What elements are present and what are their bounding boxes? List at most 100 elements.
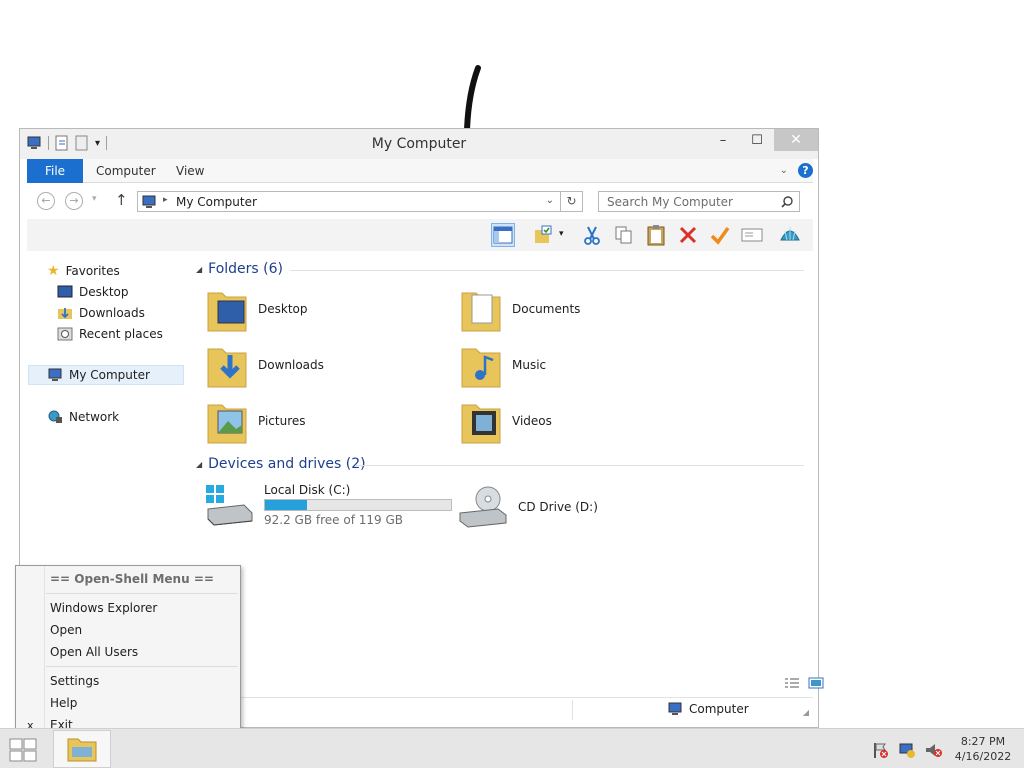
sidebar-item-label: Recent places	[79, 327, 163, 341]
computer-icon	[668, 702, 682, 715]
view-switcher	[784, 677, 824, 689]
paste-icon[interactable]	[644, 223, 668, 247]
cd-drive-icon	[459, 486, 507, 528]
start-button-windows-icon[interactable]	[8, 737, 38, 763]
minimize-button[interactable]: –	[706, 129, 740, 151]
system-tray	[872, 741, 942, 759]
open-shell-context-menu: == Open-Shell Menu == Windows Explorer O…	[15, 565, 241, 739]
folder-options-dropdown-icon[interactable]: ▾	[559, 229, 564, 239]
ribbon-tabs: File Computer View ⌄ ?	[27, 159, 813, 183]
taskbar-file-explorer[interactable]	[53, 730, 111, 768]
folder-label: Music	[512, 358, 547, 372]
resize-grip-icon[interactable]: ◢	[803, 708, 809, 717]
sidebar-item-downloads[interactable]: Downloads	[57, 303, 145, 323]
network-icon	[48, 410, 62, 423]
star-icon: ★	[47, 263, 60, 279]
folder-label: Videos	[512, 414, 552, 428]
back-button[interactable]: ←	[37, 192, 55, 210]
folder-downloads[interactable]: Downloads	[206, 341, 324, 389]
folder-desktop[interactable]: Desktop	[206, 285, 308, 333]
properties-check-icon[interactable]	[708, 223, 732, 247]
drive-label: CD Drive (D:)	[518, 500, 598, 514]
details-view-icon[interactable]	[784, 677, 800, 689]
tab-computer[interactable]: Computer	[96, 159, 156, 183]
documents-folder-icon	[461, 292, 501, 332]
folder-label: Desktop	[258, 302, 308, 316]
action-center-warning-icon[interactable]	[872, 741, 890, 759]
collapse-icon[interactable]: ◢	[196, 460, 202, 469]
status-location: Computer	[667, 702, 749, 716]
collapse-icon[interactable]: ◢	[196, 265, 202, 274]
recent-places-icon	[57, 327, 73, 341]
drive-local-disk-c[interactable]: Local Disk (C:) 92.2 GB free of 119 GB	[204, 483, 452, 527]
sidebar-item-favorites[interactable]: ★ Favorites	[47, 261, 120, 281]
folders-group-header[interactable]: ◢ Folders (6)	[196, 261, 283, 277]
drive-usage-bar	[264, 499, 452, 511]
system-clock[interactable]: 8:27 PM 4/16/2022	[948, 734, 1018, 764]
search-placeholder: Search My Computer	[607, 195, 733, 209]
hard-drive-icon	[206, 485, 253, 526]
title-bar[interactable]: ▾ My Computer – ☐ ✕	[20, 129, 818, 159]
drive-cd-d[interactable]: CD Drive (D:)	[458, 485, 598, 529]
status-location-label: Computer	[689, 702, 749, 716]
menu-item-settings[interactable]: Settings	[50, 674, 99, 688]
expand-ribbon-icon[interactable]: ⌄	[780, 165, 788, 176]
folder-label: Downloads	[258, 358, 324, 372]
drive-label: Local Disk (C:)	[264, 483, 351, 497]
drives-group-header[interactable]: ◢ Devices and drives (2)	[196, 456, 366, 472]
sidebar-item-label: Desktop	[79, 285, 129, 299]
navigation-pane-icon[interactable]	[491, 223, 515, 247]
copy-icon[interactable]	[612, 223, 636, 247]
folder-pictures[interactable]: Pictures	[206, 397, 306, 445]
address-bar[interactable]: ▸ My Computer ⌄	[137, 191, 561, 212]
file-explorer-icon	[67, 738, 97, 762]
taskbar: 8:27 PM 4/16/2022	[0, 728, 1024, 768]
folder-music[interactable]: Music	[460, 341, 546, 389]
sidebar-item-recent-places[interactable]: Recent places	[57, 324, 163, 344]
window-title: My Computer	[371, 136, 467, 152]
file-list: ◢ Folders (6) Desktop Documents Download…	[190, 251, 824, 697]
search-icon[interactable]	[781, 196, 793, 208]
shell-icon[interactable]	[778, 223, 802, 247]
drive-free-space: 92.2 GB free of 119 GB	[264, 513, 403, 527]
refresh-button[interactable]: ↻	[561, 191, 583, 212]
menu-header: == Open-Shell Menu ==	[50, 572, 214, 586]
menu-item-help[interactable]: Help	[50, 696, 77, 710]
close-button[interactable]: ✕	[774, 129, 818, 151]
search-input[interactable]: Search My Computer	[598, 191, 800, 212]
email-icon[interactable]	[740, 223, 764, 247]
sidebar-item-label: My Computer	[69, 368, 150, 382]
breadcrumb-arrow-icon[interactable]: ▸	[163, 195, 168, 205]
address-dropdown-icon[interactable]: ⌄	[546, 195, 554, 206]
folder-documents[interactable]: Documents	[460, 285, 580, 333]
tab-file[interactable]: File	[27, 159, 83, 183]
classic-explorer-toolbar: ▾	[27, 219, 813, 251]
large-icons-view-icon[interactable]	[808, 677, 824, 689]
help-icon[interactable]: ?	[798, 163, 813, 178]
folder-label: Pictures	[258, 414, 306, 428]
volume-muted-icon[interactable]	[924, 741, 942, 759]
tab-view[interactable]: View	[176, 159, 204, 183]
forward-button[interactable]: →	[65, 192, 83, 210]
address-text: My Computer	[176, 195, 257, 209]
folder-label: Documents	[512, 302, 581, 316]
menu-item-open[interactable]: Open	[50, 623, 82, 637]
up-button[interactable]: ↑	[115, 191, 128, 209]
menu-item-windows-explorer[interactable]: Windows Explorer	[50, 601, 157, 615]
network-status-icon[interactable]	[898, 741, 916, 759]
recent-locations-icon[interactable]: ▾	[92, 194, 97, 204]
cut-icon[interactable]	[580, 223, 604, 247]
sidebar-item-network[interactable]: Network	[47, 407, 119, 427]
sidebar-item-my-computer[interactable]: My Computer	[28, 365, 184, 385]
music-folder-icon	[461, 348, 501, 388]
sidebar-item-desktop[interactable]: Desktop	[57, 282, 129, 302]
folder-options-icon[interactable]	[531, 223, 555, 247]
sidebar-item-label: Favorites	[65, 264, 120, 278]
desktop-icon	[57, 285, 73, 298]
sidebar-item-label: Downloads	[79, 306, 145, 320]
clock-date: 4/16/2022	[954, 750, 1012, 763]
maximize-button[interactable]: ☐	[740, 129, 774, 151]
delete-icon[interactable]	[676, 223, 700, 247]
folder-videos[interactable]: Videos	[460, 397, 552, 445]
menu-item-open-all-users[interactable]: Open All Users	[50, 645, 138, 659]
